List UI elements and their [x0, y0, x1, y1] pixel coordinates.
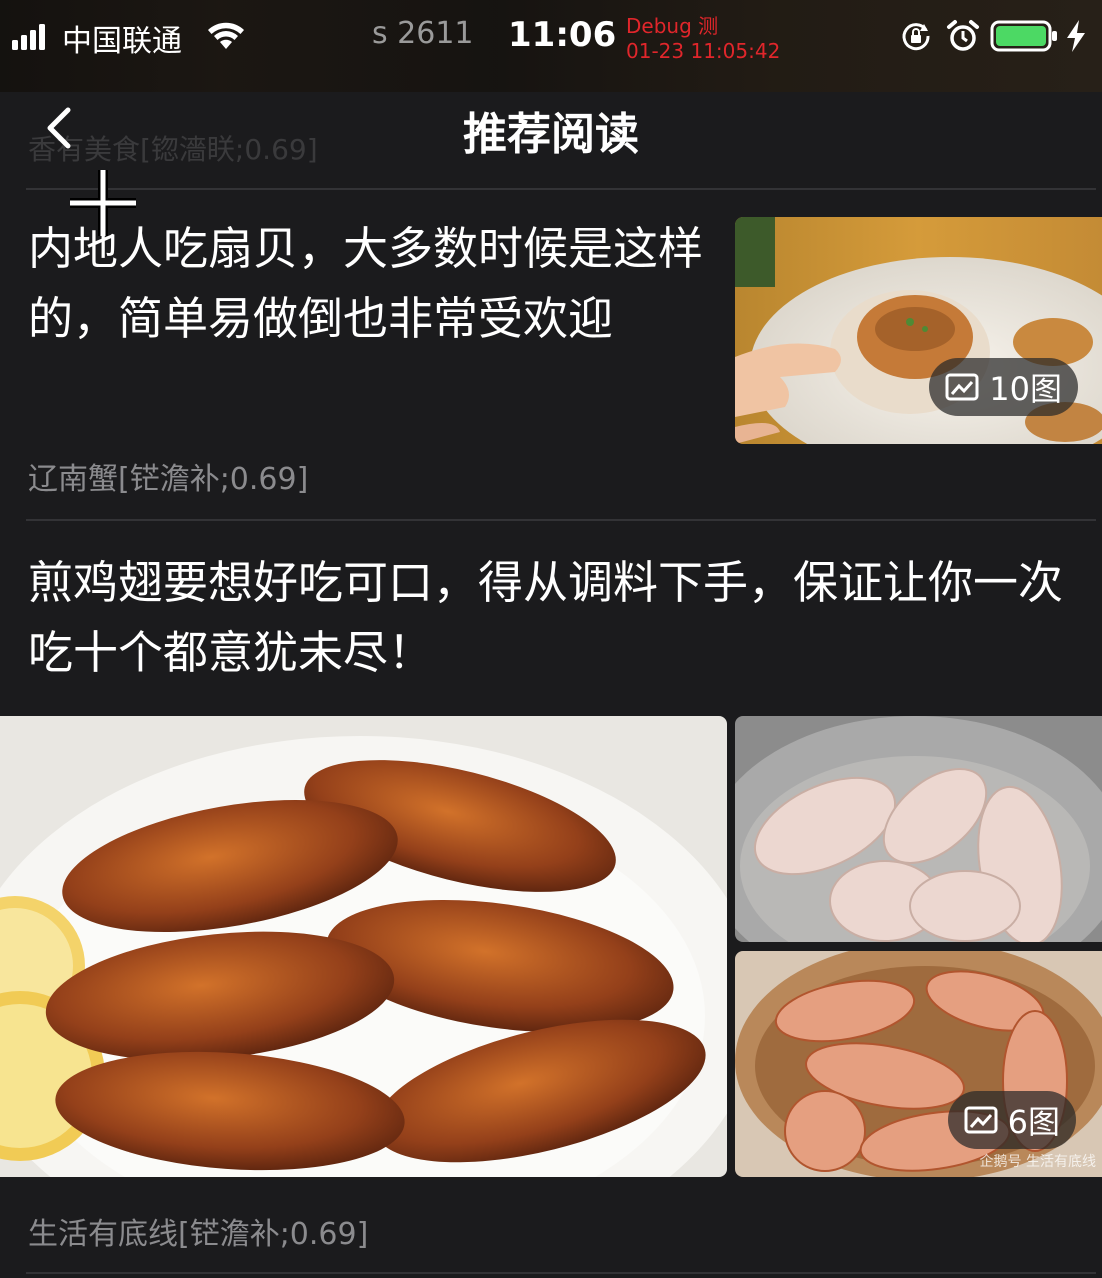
page-title: 推荐阅读 [463, 109, 639, 160]
battery-icon [990, 20, 1057, 52]
image-count: 6图 [1007, 1103, 1060, 1141]
status-bar: 中国联通 s 2611 11:06 Debug 测 01-23 11:05:42 [0, 0, 1102, 92]
carrier-name: 中国联通 [62, 24, 182, 59]
image-count-badge: 6图 [947, 1091, 1076, 1149]
article-source: 辽南蟹[铓澹补;0.69] [28, 462, 309, 497]
charging-icon [1067, 20, 1085, 52]
article-title[interactable]: 煎鸡翅要想好吃可口，得从调料下手，保证让你一次吃十个都意犹未尽！ [28, 548, 1078, 688]
article-image-main[interactable] [0, 716, 727, 1177]
divider [26, 1272, 1096, 1274]
wifi-icon [208, 22, 244, 49]
article-thumbnail[interactable]: 10图 [735, 217, 1102, 444]
divider [26, 188, 1096, 190]
debug-timestamp: 01-23 11:05:42 [626, 39, 781, 63]
raw-wings-photo [735, 716, 1102, 942]
article-source: 生活有底线[铓澹补;0.69] [28, 1217, 369, 1252]
article-image-side[interactable]: 6图 企鹅号 生活有底线 [735, 951, 1102, 1177]
article-image-side[interactable] [735, 716, 1102, 942]
image-watermark: 企鹅号 生活有底线 [979, 1154, 1096, 1170]
nav-bar: 香有美食[锪濇眹;0.69] 推荐阅读 [0, 92, 1102, 188]
crosshair-cursor-icon [70, 170, 136, 236]
image-count: 10图 [989, 370, 1062, 408]
alarm-icon [947, 20, 979, 51]
chicken-wings-photo [0, 716, 727, 1177]
rotation-lock-icon [902, 23, 930, 51]
divider [26, 519, 1096, 521]
debug-label: Debug 测 [626, 14, 719, 38]
image-count-badge: 10图 [929, 358, 1078, 416]
gallery-icon [964, 1106, 998, 1134]
gallery-icon [945, 373, 979, 401]
session-id-text: s 2611 [372, 16, 474, 51]
signal-icon [12, 24, 45, 50]
status-time: 11:06 [508, 15, 617, 55]
